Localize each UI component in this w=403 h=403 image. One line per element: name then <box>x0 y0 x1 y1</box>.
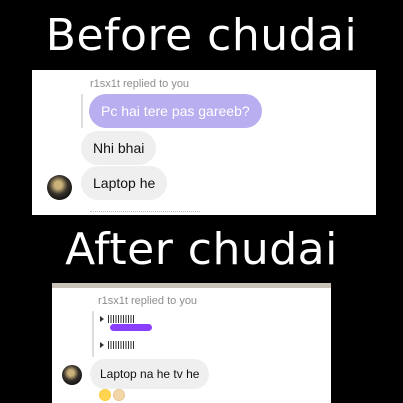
before-chat-screenshot: r1sx1t replied to you Pc hai tere pas ga… <box>32 70 376 215</box>
quoted-message-bubble[interactable]: Pc hai tere pas gareeb? <box>89 94 262 128</box>
reply-quote-bar <box>81 94 83 128</box>
message-bubble[interactable]: Laptop he <box>81 166 168 200</box>
face-emoji-icon <box>113 389 125 401</box>
play-icon[interactable] <box>100 342 104 348</box>
avatar[interactable] <box>62 365 82 385</box>
caption-before: Before chudai <box>45 10 358 61</box>
cropped-top-strip <box>52 283 331 288</box>
avatar[interactable] <box>47 175 72 200</box>
waveform-icon <box>108 315 134 323</box>
waveform-icon <box>108 341 134 349</box>
replied-to-you-label: r1sx1t replied to you <box>90 78 190 90</box>
reply-quote-bar <box>92 311 94 357</box>
voice-message[interactable] <box>100 337 134 353</box>
voice-message-tag <box>110 324 152 331</box>
after-chat-screenshot: r1sx1t replied to you Laptop na he tv he <box>52 283 331 403</box>
message-bubble[interactable]: Nhi bhai <box>81 131 157 165</box>
play-icon[interactable] <box>100 316 104 322</box>
laughing-emoji-icon <box>99 389 111 401</box>
message-bubble[interactable]: Laptop na he tv he <box>90 359 210 389</box>
replied-to-you-label: r1sx1t replied to you <box>98 295 198 307</box>
caption-after: After chudai <box>65 224 338 275</box>
cutoff-text-line <box>90 211 200 215</box>
